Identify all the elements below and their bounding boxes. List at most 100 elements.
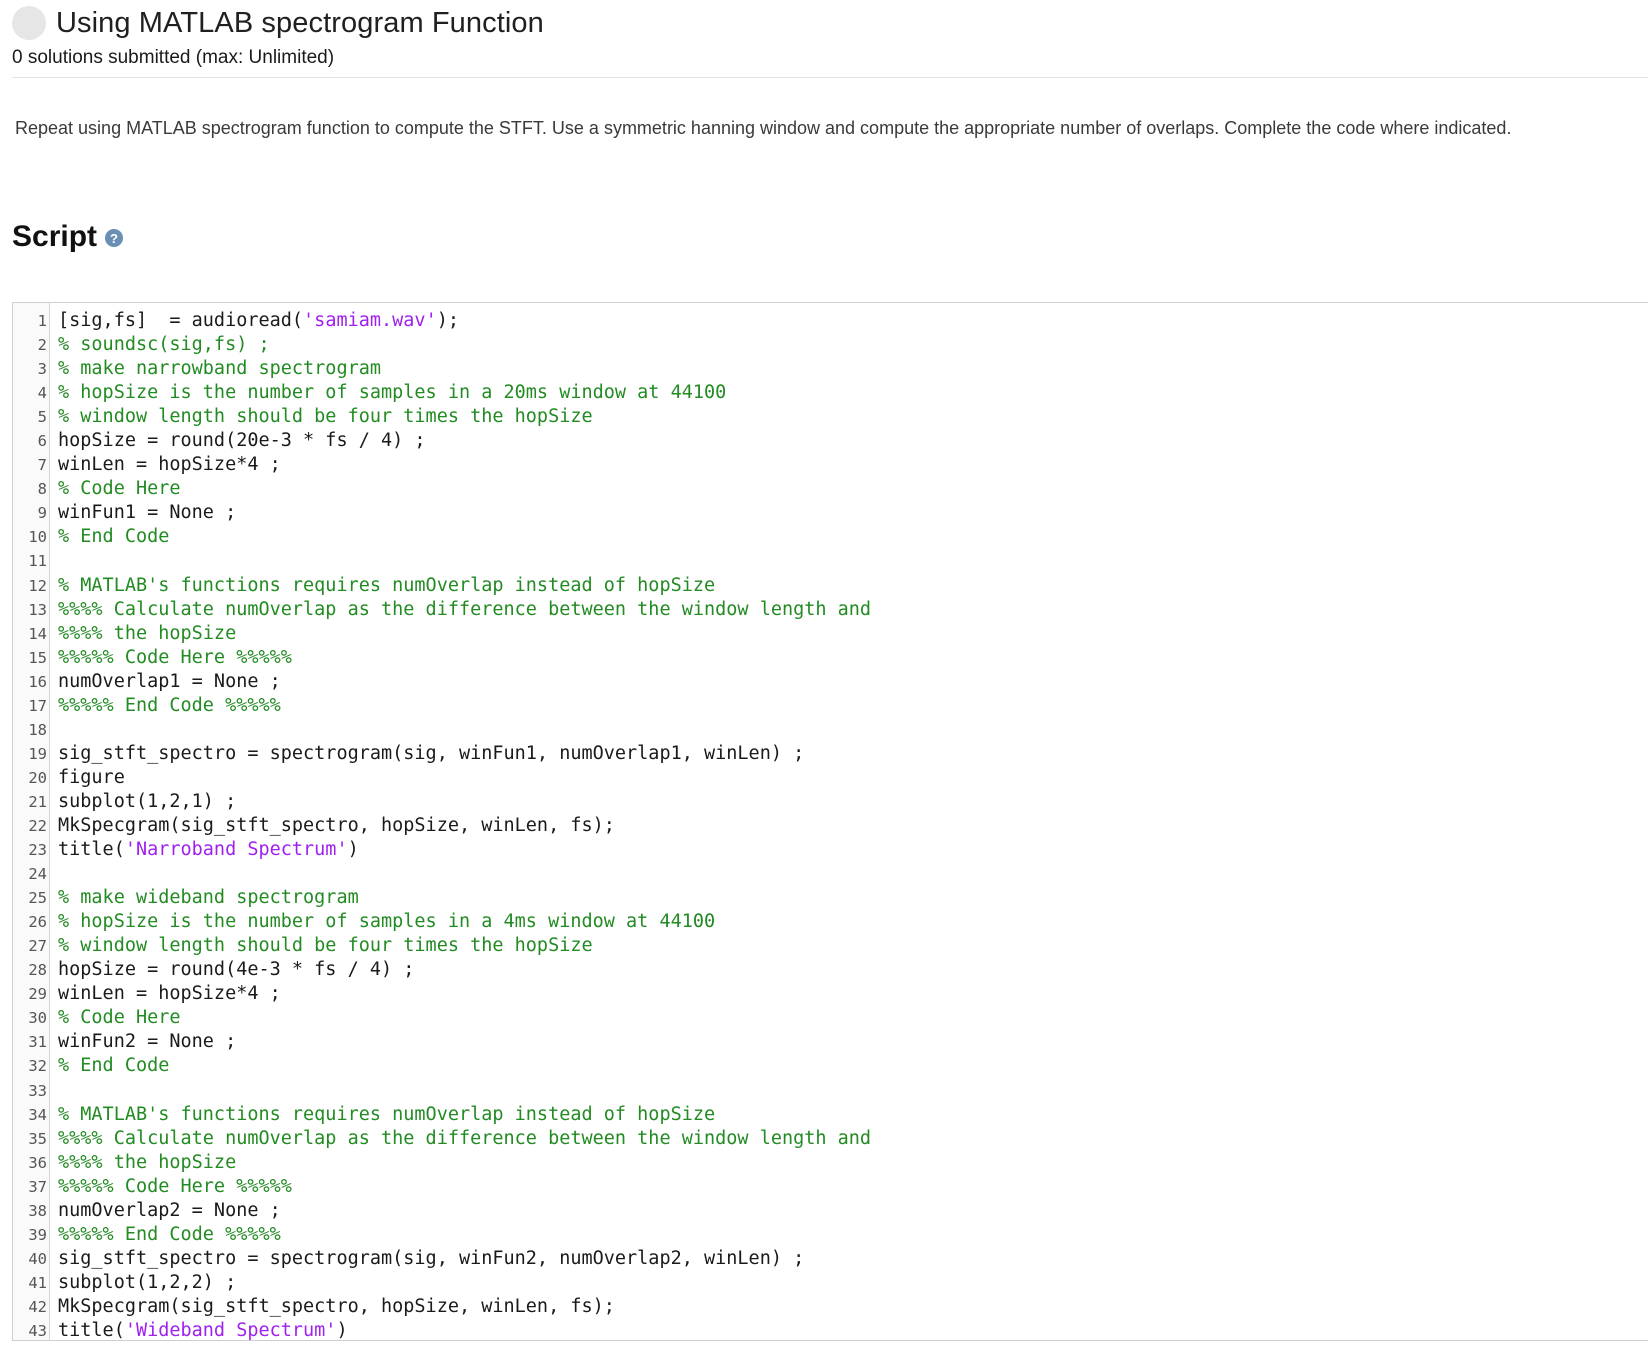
code-text[interactable]: %%%% the hopSize [48, 1151, 236, 1175]
code-line[interactable]: 40 sig_stft_spectro = spectrogram(sig, wi… [13, 1247, 1648, 1271]
code-comment: % hopSize is the number of samples in a … [58, 382, 727, 404]
code-text[interactable]: % End Code [48, 1054, 169, 1078]
code-text[interactable]: % make narrowband spectrogram [48, 357, 381, 381]
code-text[interactable]: %%%% Calculate numOverlap as the differe… [48, 598, 871, 622]
code-line[interactable]: 29 winLen = hopSize*4 ; [13, 982, 1648, 1006]
code-lines[interactable]: 1 [sig,fs] = audioread('samiam.wav'); 2% s… [13, 309, 1648, 1341]
code-line[interactable]: 9 winFun1 = None ; [13, 501, 1648, 525]
code-line[interactable]: 26 % hopSize is the number of samples in … [13, 910, 1648, 934]
code-text[interactable]: hopSize = round(20e-3 * fs / 4) ; [48, 429, 426, 453]
code-text[interactable]: subplot(1,2,1) ; [48, 790, 236, 814]
code-line[interactable]: 23 title('Narroband Spectrum') [13, 838, 1648, 862]
code-text[interactable]: [sig,fs] = audioread('samiam.wav'); [48, 309, 459, 333]
code-text[interactable]: % Code Here [48, 477, 181, 501]
code-line[interactable]: 15 %%%%% Code Here %%%%% [13, 646, 1648, 670]
line-number: 26 [28, 913, 47, 932]
code-line[interactable]: 19 sig_stft_spectro = spectrogram(sig, wi… [13, 742, 1648, 766]
code-line[interactable]: 21 subplot(1,2,1) ; [13, 790, 1648, 814]
code-line[interactable]: 36 %%%% the hopSize [13, 1151, 1648, 1175]
code-line[interactable]: 1 [sig,fs] = audioread('samiam.wav'); [13, 309, 1648, 333]
code-line[interactable]: 7 winLen = hopSize*4 ; [13, 453, 1648, 477]
code-line[interactable]: 18 [13, 718, 1648, 742]
code-text[interactable]: sig_stft_spectro = spectrogram(sig, winF… [48, 1247, 804, 1271]
code-line[interactable]: 41 subplot(1,2,2) ; [13, 1271, 1648, 1295]
code-line[interactable]: 33 [13, 1079, 1648, 1103]
code-text[interactable]: %%%% the hopSize [48, 622, 236, 646]
code-text[interactable]: title('Narroband Spectrum') [48, 838, 359, 862]
code-text[interactable]: % MATLAB's functions requires numOverlap… [48, 1103, 715, 1127]
code-text[interactable]: winFun1 = None ; [48, 501, 236, 525]
code-line[interactable]: 13 %%%% Calculate numOverlap as the diffe… [13, 598, 1648, 622]
code-text[interactable]: %%%%% End Code %%%%% [48, 694, 281, 718]
code-token: hopSize = round(20e-3 * fs / 4) ; [58, 430, 426, 452]
code-line[interactable]: 39 %%%%% End Code %%%%% [13, 1223, 1648, 1247]
code-text[interactable]: % End Code [48, 525, 169, 549]
code-line[interactable]: 38 numOverlap2 = None ; [13, 1199, 1648, 1223]
code-line[interactable]: 25 % make wideband spectrogram [13, 886, 1648, 910]
code-line[interactable]: 42 MkSpecgram(sig_stft_spectro, hopSize, … [13, 1295, 1648, 1319]
code-text[interactable]: % window length should be four times the… [48, 934, 593, 958]
code-text[interactable]: % MATLAB's functions requires numOverlap… [48, 574, 715, 598]
line-number: 23 [28, 841, 47, 860]
code-text[interactable]: sig_stft_spectro = spectrogram(sig, winF… [48, 742, 804, 766]
code-text[interactable]: % hopSize is the number of samples in a … [48, 381, 726, 405]
code-text[interactable]: title('Wideband Spectrum') [48, 1319, 348, 1341]
line-number: 6 [37, 432, 47, 451]
code-token: title( [58, 1319, 125, 1341]
code-text[interactable]: MkSpecgram(sig_stft_spectro, hopSize, wi… [48, 1295, 615, 1319]
code-text[interactable]: %%%%% End Code %%%%% [48, 1223, 281, 1247]
code-line[interactable]: 5 % window length should be four times th… [13, 405, 1648, 429]
code-text[interactable]: numOverlap1 = None ; [48, 670, 281, 694]
code-line[interactable]: 34 % MATLAB's functions requires numOverl… [13, 1103, 1648, 1127]
code-token: sig_stft_spectro = spectrogram(sig, winF… [58, 1247, 805, 1269]
code-line[interactable]: 4 % hopSize is the number of samples in a… [13, 381, 1648, 405]
code-text[interactable]: winFun2 = None ; [48, 1030, 236, 1054]
code-text[interactable]: winLen = hopSize*4 ; [48, 982, 281, 1006]
line-number: 8 [37, 480, 47, 499]
code-line[interactable]: 37 %%%%% Code Here %%%%% [13, 1175, 1648, 1199]
code-text[interactable]: %%%% Calculate numOverlap as the differe… [48, 1127, 871, 1151]
code-line[interactable]: 10 % End Code [13, 525, 1648, 549]
code-line[interactable]: 6 hopSize = round(20e-3 * fs / 4) ; [13, 429, 1648, 453]
code-text[interactable]: %%%%% Code Here %%%%% [48, 646, 292, 670]
code-text[interactable]: figure [48, 766, 125, 790]
code-text[interactable]: % make wideband spectrogram [48, 886, 359, 910]
code-text[interactable]: winLen = hopSize*4 ; [48, 453, 281, 477]
code-line[interactable]: 30 % Code Here [13, 1006, 1648, 1030]
code-text[interactable]: MkSpecgram(sig_stft_spectro, hopSize, wi… [48, 814, 615, 838]
code-text[interactable]: subplot(1,2,2) ; [48, 1271, 236, 1295]
code-text[interactable]: % window length should be four times the… [48, 405, 593, 429]
code-line[interactable]: 31 winFun2 = None ; [13, 1030, 1648, 1054]
line-number: 28 [28, 961, 47, 980]
code-line[interactable]: 12 % MATLAB's functions requires numOverl… [13, 574, 1648, 598]
question-circle-icon[interactable]: ? [105, 229, 124, 247]
code-text[interactable]: % Code Here [48, 1006, 181, 1030]
code-editor[interactable]: 1 [sig,fs] = audioread('samiam.wav'); 2% s… [12, 302, 1648, 1341]
code-text[interactable]: hopSize = round(4e-3 * fs / 4) ; [48, 958, 414, 982]
code-text[interactable]: % hopSize is the number of samples in a … [48, 910, 715, 934]
code-line[interactable]: 16 numOverlap1 = None ; [13, 670, 1648, 694]
code-line[interactable]: 20 figure [13, 766, 1648, 790]
line-number: 32 [28, 1057, 47, 1076]
code-line[interactable]: 11 [13, 549, 1648, 573]
code-text[interactable] [48, 862, 58, 886]
code-line[interactable]: 3 % make narrowband spectrogram [13, 357, 1648, 381]
code-line[interactable]: 14 %%%% the hopSize [13, 622, 1648, 646]
code-text[interactable]: % soundsc(sig,fs) ; [48, 333, 270, 357]
code-text[interactable] [48, 718, 58, 742]
code-line[interactable]: 28 hopSize = round(4e-3 * fs / 4) ; [13, 958, 1648, 982]
code-line[interactable]: 8 % Code Here [13, 477, 1648, 501]
code-line[interactable]: 35 %%%% Calculate numOverlap as the diffe… [13, 1127, 1648, 1151]
code-line[interactable]: 17 %%%%% End Code %%%%% [13, 694, 1648, 718]
code-line[interactable]: 24 [13, 862, 1648, 886]
line-number: 19 [28, 744, 47, 763]
code-line[interactable]: 22 MkSpecgram(sig_stft_spectro, hopSize, … [13, 814, 1648, 838]
code-line[interactable]: 27 % window length should be four times t… [13, 934, 1648, 958]
code-text[interactable]: %%%%% Code Here %%%%% [48, 1175, 292, 1199]
code-text[interactable] [48, 1079, 58, 1103]
code-text[interactable] [48, 549, 58, 573]
code-line[interactable]: 2 % soundsc(sig,fs) ; [13, 333, 1648, 357]
code-line[interactable]: 32 % End Code [13, 1054, 1648, 1078]
code-text[interactable]: numOverlap2 = None ; [48, 1199, 281, 1223]
code-line[interactable]: 43 title('Wideband Spectrum') [13, 1319, 1648, 1341]
